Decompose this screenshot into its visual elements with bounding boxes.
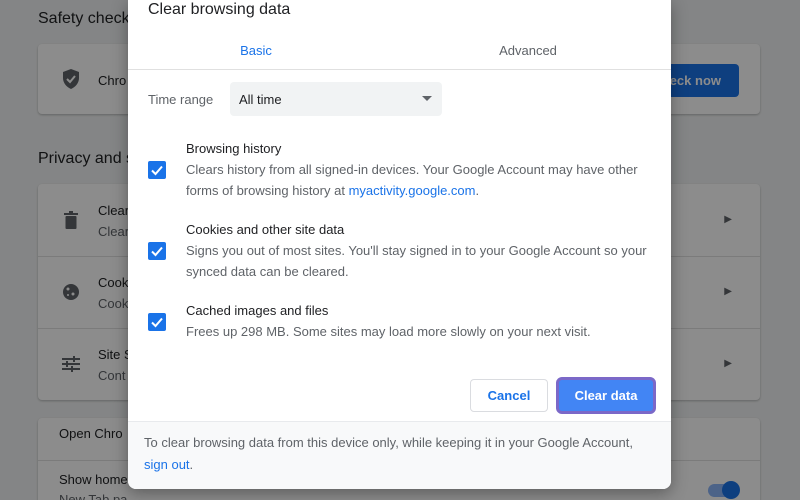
dropdown-arrow-icon xyxy=(422,96,432,101)
checkmark-icon xyxy=(151,246,163,257)
footer-text: To clear browsing data from this device … xyxy=(144,435,633,450)
dialog-title: Clear browsing data xyxy=(148,1,291,18)
time-range-value: All time xyxy=(239,91,282,107)
checkmark-icon xyxy=(151,165,163,176)
checkmark-icon xyxy=(151,317,163,328)
myactivity-link[interactable]: myactivity.google.com xyxy=(349,183,476,198)
option-description: Clears history from all signed-in device… xyxy=(186,162,638,198)
browsing-history-checkbox[interactable] xyxy=(148,161,166,179)
cached-images-checkbox[interactable] xyxy=(148,313,166,331)
tab-advanced[interactable]: Advanced xyxy=(400,30,656,70)
clear-data-button[interactable]: Clear data xyxy=(556,377,656,414)
cancel-button[interactable]: Cancel xyxy=(470,379,548,412)
dialog-footer: To clear browsing data from this device … xyxy=(128,421,671,489)
option-description: Frees up 298 MB. Some sites may load mor… xyxy=(186,324,591,339)
sign-out-link[interactable]: sign out xyxy=(144,457,190,472)
cookies-checkbox[interactable] xyxy=(148,242,166,260)
tab-bar: Basic Advanced xyxy=(128,30,671,70)
option-title: Cookies and other site data xyxy=(186,222,345,237)
option-title: Browsing history xyxy=(186,141,282,156)
option-title: Cached images and files xyxy=(186,303,329,318)
clear-browsing-data-dialog: Clear browsing data Basic Advanced Time … xyxy=(128,0,671,489)
tab-basic[interactable]: Basic xyxy=(128,30,384,70)
time-range-label: Time range xyxy=(148,92,214,107)
time-range-select[interactable]: All time xyxy=(230,82,442,116)
option-description: Signs you out of most sites. You'll stay… xyxy=(186,243,647,279)
